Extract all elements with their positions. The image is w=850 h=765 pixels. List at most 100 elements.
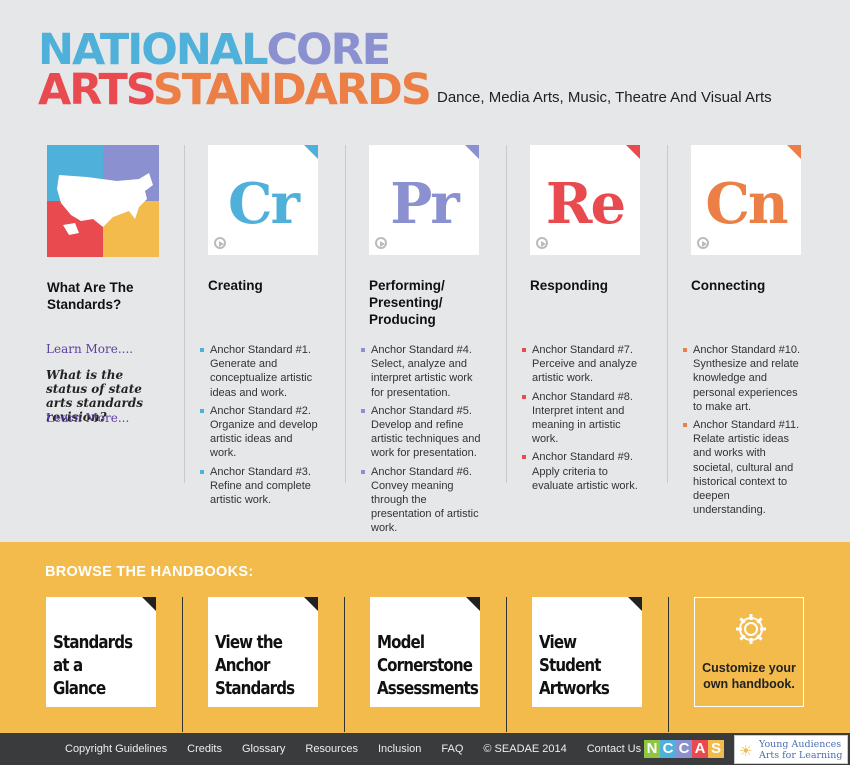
anchor-standard-item[interactable]: Anchor Standard #7. Perceive and analyze… [522, 343, 642, 386]
footer-links: Copyright Guidelines Credits Glossary Resou… [65, 743, 661, 755]
standards-section: NATIONALCORE ARTSSTANDARDS Dance, Media … [0, 0, 850, 542]
nccas-letter: N [644, 740, 660, 758]
process-card[interactable]: Cn [691, 145, 801, 255]
anchor-standard-item[interactable]: Anchor Standard #10. Synthesize and rela… [683, 343, 803, 414]
anchor-standard-item[interactable]: Anchor Standard #6. Convey meaning throu… [361, 465, 481, 536]
play-icon[interactable] [214, 237, 226, 249]
bullet [683, 348, 687, 352]
bullet [522, 394, 526, 399]
divider [345, 145, 346, 483]
footer-link[interactable]: Credits [187, 743, 222, 755]
tagline: Dance, Media Arts, Music, Theatre And Vi… [437, 89, 772, 106]
bullet [200, 348, 204, 352]
process-title: Responding [530, 278, 608, 293]
nccas-logo[interactable]: NCCAS [644, 740, 724, 758]
bullet [200, 408, 204, 413]
customize-handbook-button[interactable]: Customize your own handbook. [694, 597, 804, 707]
anchor-standard-item[interactable]: Anchor Standard #2. Organize and develop… [200, 404, 320, 461]
handbooks-section: BROWSE THE HANDBOOKS: Standards at a Gla… [0, 542, 850, 733]
partner-line2: Arts for Learning [759, 750, 843, 761]
anchor-standard-item[interactable]: Anchor Standard #3. Refine and complete … [200, 465, 320, 508]
process-abbr: Cr [227, 171, 300, 237]
us-map-image[interactable] [47, 145, 159, 257]
play-icon[interactable] [697, 237, 709, 249]
bullet [200, 469, 204, 474]
divider [668, 597, 669, 732]
bullet [683, 423, 687, 428]
handbook-standards-at-a-glance[interactable]: Standards at a Glance [46, 597, 156, 707]
anchor-standard-item[interactable]: Anchor Standard #9. Apply criteria to ev… [522, 450, 642, 493]
handbook-label: View Student Artworks [539, 633, 610, 699]
footer-link[interactable]: Inclusion [378, 743, 421, 755]
handbook-student-artworks[interactable]: View Student Artworks [532, 597, 642, 707]
footer-link[interactable]: © SEADAE 2014 [483, 743, 566, 755]
handbook-view-anchor-standards[interactable]: View the Anchor Standards [208, 597, 318, 707]
nccas-letter: S [708, 740, 724, 758]
learn-more-link[interactable]: Learn More.... [46, 342, 133, 356]
footer-link[interactable]: FAQ [441, 743, 463, 755]
customize-label: Customize your own handbook. [702, 661, 796, 691]
sun-icon: ☀ [739, 743, 753, 760]
partner-line1: Young Audiences [759, 739, 842, 750]
intro-column: What Are The Standards? [47, 145, 167, 313]
process-title: Performing/ Presenting/ Producing [369, 278, 445, 327]
bullet [522, 348, 526, 352]
divider [506, 145, 507, 483]
process-card[interactable]: Re [530, 145, 640, 255]
process-column-creating: Cr Creating Anchor Standard #1. Generate a… [200, 145, 326, 506]
process-title: Connecting [691, 278, 766, 293]
nccas-letter: C [660, 740, 676, 758]
divider [344, 597, 345, 732]
process-abbr: Pr [390, 171, 460, 237]
process-card[interactable]: Pr [369, 145, 479, 255]
anchor-list: Anchor Standard #10. Synthesize and rela… [683, 343, 803, 521]
bullet [361, 469, 365, 474]
divider [182, 597, 183, 732]
anchor-standard-item[interactable]: Anchor Standard #11. Relate artistic ide… [683, 418, 803, 517]
corner-fold [626, 145, 640, 159]
anchor-standard-item[interactable]: Anchor Standard #1. Generate and concept… [200, 343, 320, 400]
young-audiences-logo[interactable]: ☀ Young Audiences Arts for Learning [734, 735, 848, 764]
anchor-standard-item[interactable]: Anchor Standard #5. Develop and refine a… [361, 404, 481, 461]
process-abbr: Cn [705, 171, 788, 237]
process-column-responding: Re Responding Anchor Standard #7. Perceive… [522, 145, 648, 492]
logo-standards: STANDARDS [152, 65, 432, 115]
handbook-label: View the Anchor Standards [215, 633, 295, 699]
footer: Copyright Guidelines Credits Glossary Resou… [0, 733, 850, 765]
play-icon[interactable] [536, 237, 548, 249]
anchor-standard-item[interactable]: Anchor Standard #8. Interpret intent and… [522, 390, 642, 447]
nccas-letter: A [692, 740, 708, 758]
corner-fold [304, 145, 318, 159]
learn-more-status-link[interactable]: Learn More... [46, 411, 129, 425]
play-icon[interactable] [375, 237, 387, 249]
divider [184, 145, 185, 483]
handbooks-heading: BROWSE THE HANDBOOKS: [45, 564, 254, 580]
nccas-letter: C [676, 740, 692, 758]
bullet [361, 348, 365, 352]
handbook-label: Standards at a Glance [53, 633, 133, 699]
process-column-connecting: Cn Connecting Anchor Standard #10. Synthes… [683, 145, 809, 516]
divider [667, 145, 668, 483]
process-abbr: Re [545, 171, 626, 237]
bullet [522, 455, 526, 460]
process-column-performing: Pr Performing/ Presenting/ Producing Ancho… [361, 145, 487, 534]
logo-arts: ARTS [38, 65, 155, 115]
footer-link[interactable]: Contact Us [587, 743, 641, 755]
handbook-label: Model Cornerstone Assessments [377, 633, 479, 699]
site-logo[interactable]: NATIONALCORE ARTSSTANDARDS [38, 29, 432, 112]
anchor-standard-item[interactable]: Anchor Standard #4. Select, analyze and … [361, 343, 481, 400]
footer-link[interactable]: Copyright Guidelines [65, 743, 167, 755]
footer-link[interactable]: Glossary [242, 743, 285, 755]
process-card[interactable]: Cr [208, 145, 318, 255]
handbook-model-cornerstone[interactable]: Model Cornerstone Assessments [370, 597, 480, 707]
gear-icon [736, 614, 766, 644]
bullet [361, 408, 365, 413]
corner-fold [787, 145, 801, 159]
divider [506, 597, 507, 732]
intro-title: What Are The Standards? [47, 280, 134, 312]
us-map-icon [57, 173, 153, 235]
process-title: Creating [208, 278, 263, 293]
anchor-list: Anchor Standard #1. Generate and concept… [200, 343, 320, 511]
footer-link[interactable]: Resources [305, 743, 358, 755]
corner-fold [465, 145, 479, 159]
